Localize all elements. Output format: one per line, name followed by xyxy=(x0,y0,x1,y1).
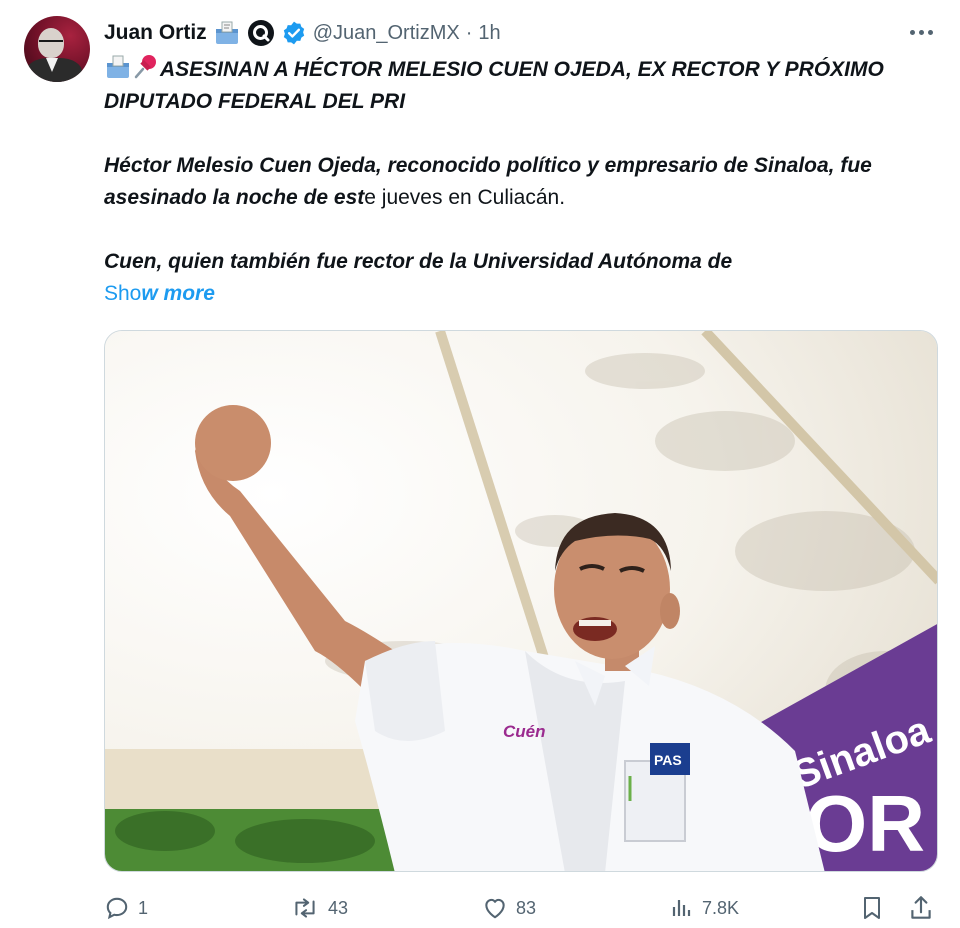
bookmark-icon xyxy=(860,894,884,922)
tweet-header: Juan Ortiz @Juan_OrtizMX · 1h xyxy=(104,18,501,48)
verified-badge-icon[interactable] xyxy=(281,20,307,46)
reply-count: 1 xyxy=(138,897,149,918)
repost-button[interactable]: 43 xyxy=(290,892,348,924)
reply-icon xyxy=(104,895,130,921)
author-handle[interactable]: @Juan_OrtizMX xyxy=(313,22,460,45)
banner-big-text: OR xyxy=(805,779,925,868)
share-icon xyxy=(908,894,934,922)
like-button[interactable]: 83 xyxy=(482,892,536,924)
views-chart-icon xyxy=(670,895,694,921)
show-more-bold: w more xyxy=(141,282,215,305)
paragraph-2-rest: e jueves en Culiacán. xyxy=(364,186,566,209)
more-options-button[interactable] xyxy=(906,20,936,44)
show-more-link[interactable]: Show more xyxy=(104,278,215,310)
podcast-q-icon xyxy=(247,19,275,47)
paragraph-3-bold: Cuen, quien también fue rector de la Uni… xyxy=(104,250,733,273)
ballot-box-icon xyxy=(104,54,132,80)
shirt-badge-text: PAS xyxy=(654,752,682,768)
repost-count: 43 xyxy=(328,897,349,918)
tweet-actions: 1 43 83 7.8K xyxy=(104,892,938,924)
show-more-plain: Sho xyxy=(104,282,142,305)
tweet-text: ASESINAN A HÉCTOR MELESIO CUEN OJEDA, EX… xyxy=(104,52,924,278)
more-dots-icon xyxy=(909,29,915,35)
views-button[interactable]: 7.8K xyxy=(670,892,739,924)
repost-icon xyxy=(290,895,320,921)
headline-text: ASESINAN A HÉCTOR MELESIO CUEN OJEDA, EX… xyxy=(104,58,884,113)
pushpin-icon xyxy=(132,52,160,80)
bookmark-button[interactable] xyxy=(860,892,884,924)
ballot-box-icon xyxy=(213,20,241,46)
author-avatar[interactable] xyxy=(24,16,90,82)
view-count: 7.8K xyxy=(702,897,740,918)
tweet-timestamp[interactable]: 1h xyxy=(478,22,500,45)
reply-button[interactable]: 1 xyxy=(104,892,148,924)
author-name[interactable]: Juan Ortiz xyxy=(104,21,207,45)
tweet-photo[interactable]: Sinaloa OR Cuén PAS xyxy=(104,330,938,872)
shirt-logo-text: Cuén xyxy=(503,722,546,741)
separator-dot: · xyxy=(465,21,473,44)
heart-icon xyxy=(482,895,508,921)
share-button[interactable] xyxy=(908,892,934,924)
like-count: 83 xyxy=(516,897,537,918)
